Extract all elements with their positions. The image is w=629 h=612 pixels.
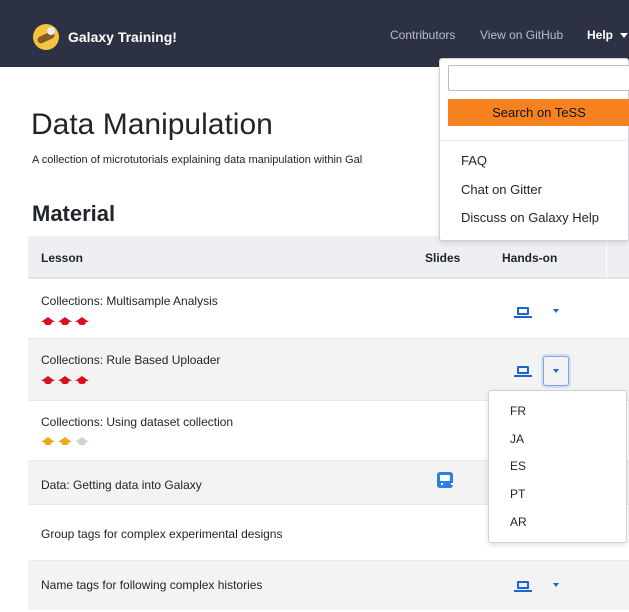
menu-item-gitter[interactable]: Chat on Gitter: [461, 182, 542, 197]
slides-icon[interactable]: [437, 472, 453, 488]
graduation-cap-icon: [58, 437, 72, 446]
language-option-es[interactable]: ES: [510, 459, 526, 473]
github-link[interactable]: View on GitHub: [480, 28, 563, 42]
menu-item-faq[interactable]: FAQ: [461, 153, 487, 168]
language-option-ja[interactable]: JA: [510, 432, 524, 446]
lesson-link[interactable]: Collections: Multisample Analysis: [41, 294, 218, 308]
help-menu-toggle[interactable]: Help: [587, 28, 613, 42]
level-indicator: [41, 317, 89, 326]
table-header: Lesson Slides Hands-on: [28, 236, 629, 278]
language-dropdown-button[interactable]: [548, 303, 564, 319]
brand-title: Galaxy Training!: [68, 29, 177, 45]
graduation-cap-icon: [58, 376, 72, 385]
contributors-link[interactable]: Contributors: [390, 28, 455, 42]
menu-item-galaxy-help[interactable]: Discuss on Galaxy Help: [461, 210, 599, 225]
language-option-pt[interactable]: PT: [510, 487, 525, 501]
help-dropdown-menu: Search on TeSS FAQ Chat on Gitter Discus…: [439, 58, 629, 241]
language-dropdown-button[interactable]: [548, 577, 564, 593]
header-divider: [606, 236, 607, 278]
page-title: Data Manipulation: [31, 108, 273, 141]
language-dropdown-menu: FR JA ES PT AR: [488, 390, 627, 543]
level-indicator: [41, 437, 89, 446]
graduation-cap-icon: [41, 437, 55, 446]
page-description: A collection of microtutorials explainin…: [32, 154, 363, 166]
handson-laptop-button[interactable]: [514, 579, 532, 593]
language-option-ar[interactable]: AR: [510, 515, 527, 529]
graduation-cap-icon: [75, 376, 89, 385]
handson-laptop-button[interactable]: [514, 305, 532, 319]
table-row: Collections: Multisample Analysis: [28, 278, 629, 338]
top-navbar: Galaxy Training! Contributors View on Gi…: [0, 0, 629, 67]
level-indicator: [41, 376, 89, 385]
language-dropdown-button[interactable]: [543, 356, 569, 386]
header-handson: Hands-on: [502, 251, 558, 265]
graduation-cap-icon: [41, 317, 55, 326]
lesson-link[interactable]: Collections: Using dataset collection: [41, 415, 233, 429]
chevron-down-icon: [620, 33, 628, 38]
graduation-cap-icon: [75, 317, 89, 326]
section-title: Material: [32, 201, 116, 226]
handson-laptop-button[interactable]: [514, 364, 532, 378]
search-tess-button[interactable]: Search on TeSS: [448, 99, 629, 126]
header-slides: Slides: [425, 251, 461, 265]
graduation-cap-icon: [75, 437, 89, 446]
menu-divider: [440, 140, 629, 141]
table-row: Name tags for following complex historie…: [28, 560, 629, 610]
language-option-fr[interactable]: FR: [510, 404, 526, 418]
laptop-icon: [517, 307, 529, 315]
lesson-link[interactable]: Data: Getting data into Galaxy: [41, 478, 202, 492]
graduation-cap-icon: [58, 317, 72, 326]
lesson-link[interactable]: Name tags for following complex historie…: [41, 578, 262, 592]
lesson-link[interactable]: Collections: Rule Based Uploader: [41, 353, 220, 367]
brand-link[interactable]: Galaxy Training!: [33, 24, 177, 50]
lesson-link[interactable]: Group tags for complex experimental desi…: [41, 527, 282, 541]
laptop-icon: [517, 366, 529, 374]
graduation-cap-icon: [41, 376, 55, 385]
galaxy-logo-icon: [33, 24, 59, 50]
header-lesson: Lesson: [41, 251, 84, 265]
laptop-icon: [517, 581, 529, 589]
tess-search-input[interactable]: [448, 65, 629, 91]
